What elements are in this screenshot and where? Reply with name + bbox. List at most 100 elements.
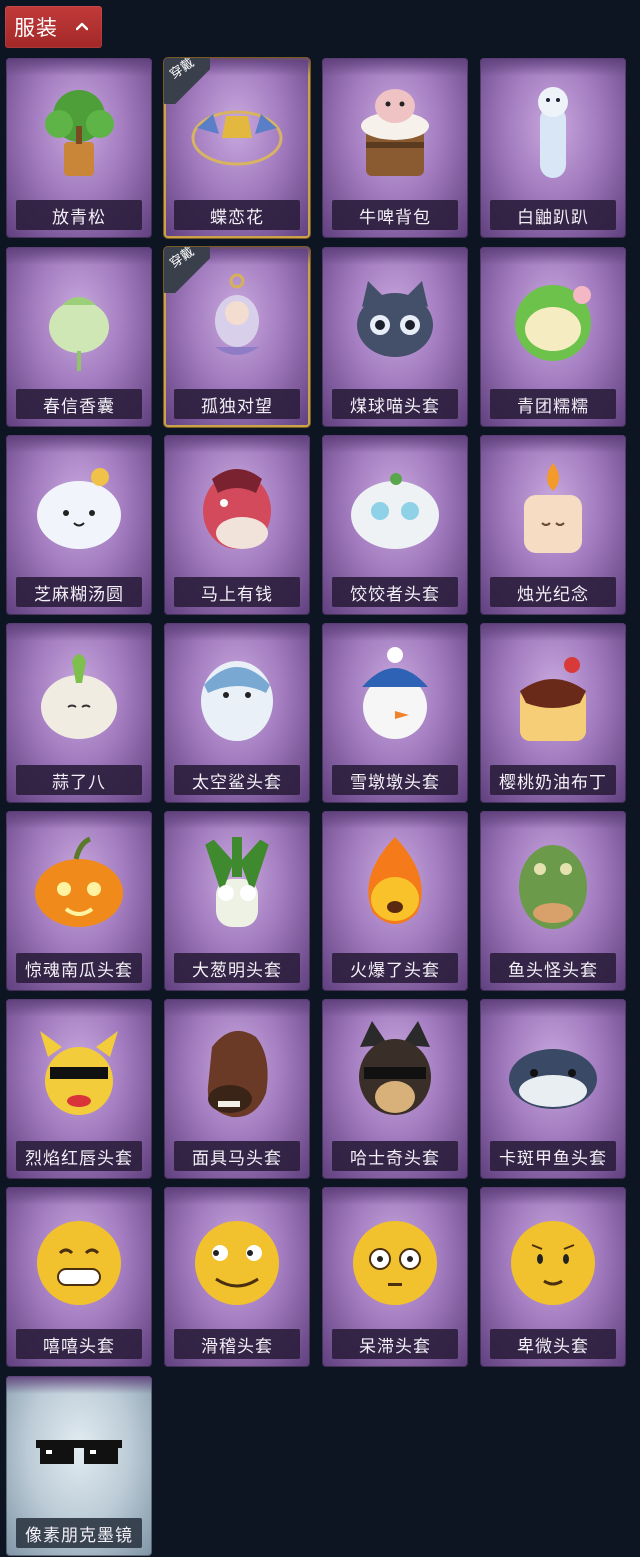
item-name-bar: 像素朋克墨镜 (16, 1518, 142, 1548)
item-name: 马上有钱 (201, 584, 273, 605)
outfit-item-card[interactable]: 放青松 (6, 58, 152, 238)
item-name-bar: 卑微头套 (490, 1329, 616, 1359)
outfit-item-card[interactable]: 面具马头套 (164, 999, 310, 1179)
outfit-item-card[interactable]: 滑稽头套 (164, 1187, 310, 1367)
item-name-bar: 烈焰红唇头套 (16, 1141, 142, 1171)
item-name: 蒜了八 (52, 772, 106, 793)
snowman-head-icon (362, 647, 428, 739)
outfit-item-card[interactable]: 芝麻糊汤圆 (6, 435, 152, 615)
fish-head-mask-icon (519, 845, 587, 929)
item-name-bar: 火爆了头套 (332, 953, 458, 983)
item-name-bar: 放青松 (16, 200, 142, 230)
item-name-bar: 牛啤背包 (332, 200, 458, 230)
item-name: 放青松 (52, 207, 106, 228)
item-name-bar: 惊魂南瓜头套 (16, 953, 142, 983)
outfit-item-card[interactable]: 牛啤背包 (322, 58, 468, 238)
outfit-item-card[interactable]: 穿戴孤独对望 (164, 247, 310, 427)
item-name: 煤球喵头套 (350, 396, 440, 417)
white-weasel-plush-icon (538, 87, 568, 178)
outfit-item-card[interactable]: 卑微头套 (480, 1187, 626, 1367)
item-name-bar: 雪墩墩头套 (332, 765, 458, 795)
outfit-item-card[interactable]: 呆滞头套 (322, 1187, 468, 1367)
outfit-item-card[interactable]: 烈焰红唇头套 (6, 999, 152, 1179)
outfit-item-card[interactable]: 樱桃奶油布丁 (480, 623, 626, 803)
outfit-item-card[interactable]: 哈士奇头套 (322, 999, 468, 1179)
item-name: 卡斑甲鱼头套 (499, 1148, 607, 1169)
item-name: 春信香囊 (43, 396, 115, 417)
item-name: 青团糯糯 (517, 396, 589, 417)
item-name: 孤独对望 (201, 396, 273, 417)
horse-mask-icon (207, 1030, 268, 1118)
item-name-bar: 太空鲨头套 (174, 765, 300, 795)
sachet-pouch-icon (49, 297, 109, 371)
cow-beer-mug-backpack-icon (361, 89, 429, 176)
outfit-item-card[interactable]: 火爆了头套 (322, 811, 468, 991)
item-name: 面具马头套 (192, 1148, 282, 1169)
item-name-bar: 春信香囊 (16, 389, 142, 419)
red-horse-head-icon (203, 469, 271, 549)
outfit-item-card[interactable]: 白鼬趴趴 (480, 58, 626, 238)
outfit-item-card[interactable]: 春信香囊 (6, 247, 152, 427)
outfit-item-card[interactable]: 煤球喵头套 (322, 247, 468, 427)
item-name-bar: 马上有钱 (174, 577, 300, 607)
worn-badge-label: 穿戴 (167, 247, 198, 272)
outfit-item-card[interactable]: 烛光纪念 (480, 435, 626, 615)
turtle-head-icon (509, 1049, 597, 1109)
stare-emoji-head-icon (353, 1221, 437, 1305)
scallion-head-icon (205, 837, 269, 927)
outfit-item-card[interactable]: 卡斑甲鱼头套 (480, 999, 626, 1179)
outfit-item-card[interactable]: 雪墩墩头套 (322, 623, 468, 803)
item-name-bar: 烛光纪念 (490, 577, 616, 607)
item-name-bar: 樱桃奶油布丁 (490, 765, 616, 795)
outfit-item-card[interactable]: 穿戴蝶恋花 (164, 58, 310, 238)
item-name-bar: 饺饺者头套 (332, 577, 458, 607)
item-name-bar: 面具马头套 (174, 1141, 300, 1171)
item-name: 呆滞头套 (359, 1336, 431, 1357)
item-name: 太空鲨头套 (192, 772, 282, 793)
item-name: 蝶恋花 (210, 207, 264, 228)
item-name: 雪墩墩头套 (350, 772, 440, 793)
item-name-bar: 蒜了八 (16, 765, 142, 795)
item-name: 樱桃奶油布丁 (499, 772, 607, 793)
item-name: 烈焰红唇头套 (25, 1148, 133, 1169)
item-name: 火爆了头套 (350, 960, 440, 981)
pixel-sunglasses-icon (36, 1440, 122, 1464)
item-name: 嘻嘻头套 (43, 1336, 115, 1357)
outfit-item-card[interactable]: 惊魂南瓜头套 (6, 811, 152, 991)
outfit-item-card[interactable]: 鱼头怪头套 (480, 811, 626, 991)
item-name-bar: 芝麻糊汤圆 (16, 577, 142, 607)
outfit-item-card[interactable]: 饺饺者头套 (322, 435, 468, 615)
outfit-item-card[interactable]: 马上有钱 (164, 435, 310, 615)
worn-badge-label: 穿戴 (167, 58, 198, 83)
item-name-bar: 嘻嘻头套 (16, 1329, 142, 1359)
outfit-item-card[interactable]: 大葱明头套 (164, 811, 310, 991)
outfit-item-card[interactable]: 像素朋克墨镜 (6, 1376, 152, 1556)
item-name-bar: 大葱明头套 (174, 953, 300, 983)
item-name-bar: 蝶恋花 (174, 200, 300, 230)
item-name-bar: 卡斑甲鱼头套 (490, 1141, 616, 1171)
candle-head-icon (524, 463, 582, 553)
outfit-item-card[interactable]: 青团糯糯 (480, 247, 626, 427)
outfit-item-card[interactable]: 蒜了八 (6, 623, 152, 803)
green-rice-ball-icon (515, 285, 591, 361)
outfit-item-card[interactable]: 嘻嘻头套 (6, 1187, 152, 1367)
item-name-bar: 哈士奇头套 (332, 1141, 458, 1171)
sesame-dumpling-icon (37, 468, 121, 549)
worn-badge: 穿戴 (164, 58, 210, 104)
item-name-bar: 鱼头怪头套 (490, 953, 616, 983)
item-name-bar: 呆滞头套 (332, 1329, 458, 1359)
timid-emoji-head-icon (511, 1221, 595, 1305)
outfit-item-card[interactable]: 太空鲨头套 (164, 623, 310, 803)
dumpling-head-icon (351, 473, 439, 549)
item-name: 芝麻糊汤圆 (34, 584, 124, 605)
yellow-mouse-sunglasses-head-icon (40, 1031, 118, 1115)
item-name-bar: 滑稽头套 (174, 1329, 300, 1359)
item-name-bar: 孤独对望 (174, 389, 300, 419)
item-name: 滑稽头套 (201, 1336, 273, 1357)
bonsai-pine-icon (45, 90, 114, 176)
pudding-head-icon (520, 657, 586, 741)
item-name: 哈士奇头套 (350, 1148, 440, 1169)
item-name-bar: 煤球喵头套 (332, 389, 458, 419)
item-name-bar: 白鼬趴趴 (490, 200, 616, 230)
pumpkin-head-icon (35, 836, 123, 927)
